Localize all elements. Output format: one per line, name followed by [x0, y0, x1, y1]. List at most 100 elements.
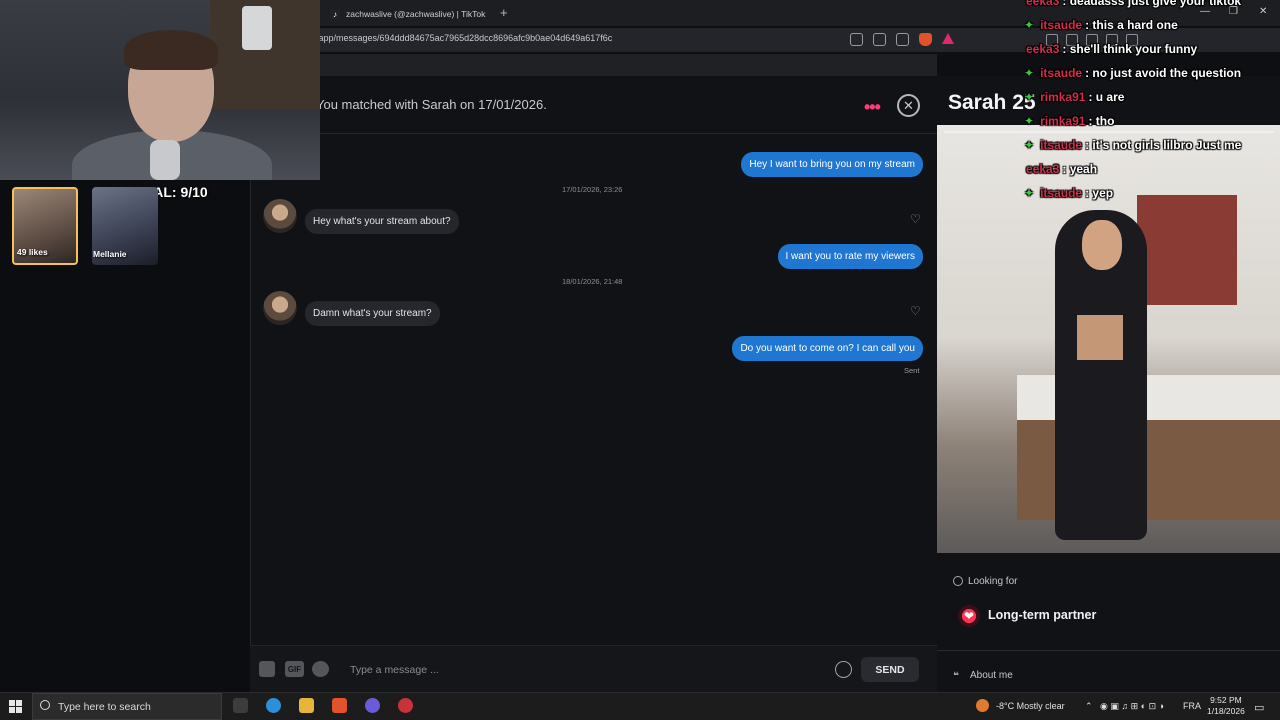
tray-chevron-icon[interactable]: ⌃ [1085, 701, 1093, 712]
rewards-icon[interactable] [942, 33, 954, 44]
message-timestamp: 18/01/2026, 21:48 [562, 277, 623, 286]
task-view-icon[interactable] [233, 698, 248, 713]
location-icon[interactable] [850, 33, 863, 46]
likes-count: 49 likes [17, 247, 48, 257]
chat-message: : u are [1088, 90, 1125, 104]
avatar[interactable] [263, 291, 297, 325]
match-thumbnail[interactable]: Mellanie [92, 187, 158, 265]
search-icon [40, 700, 50, 710]
url-text[interactable]: /app/messages/694ddd84675ac7965d28dcc869… [316, 33, 612, 43]
webcam-background-bottle [242, 6, 272, 50]
like-heart-icon[interactable]: ♡ [910, 305, 922, 317]
chat-message: : she'll think your funny [1062, 42, 1198, 56]
cast-icon[interactable] [873, 33, 886, 46]
sent-status: Sent [904, 366, 920, 375]
screen: ♪ zachwaslive (@zachwaslive) | TikTok + … [0, 0, 1280, 720]
copilot-icon[interactable] [266, 698, 281, 713]
chat-username: eeka3 [1026, 0, 1060, 8]
like-heart-icon[interactable]: ♡ [910, 213, 922, 225]
emoji-icon[interactable] [835, 661, 852, 678]
chat-message: : this a hard one [1085, 18, 1178, 32]
quote-icon: ❝ [953, 671, 959, 682]
chat-message: : no just avoid the question [1085, 66, 1242, 80]
profile-name: Sarah 25 [948, 91, 1036, 114]
browser-tab[interactable]: ♪ zachwaslive (@zachwaslive) | TikTok [330, 4, 485, 24]
stream-chat-line: ✦ rimka91: u are [1024, 90, 1124, 104]
notification-icon[interactable]: ▭ [1254, 701, 1264, 714]
tab-title: zachwaslive (@zachwaslive) | TikTok [346, 9, 486, 19]
tray-icons[interactable]: ◉ ▣ ♫ ⊞ ◐ ⊡ ◑ [1100, 701, 1164, 712]
page-top-strip [320, 54, 937, 76]
stream-chat-line: ✦ itsaude: yep [1024, 186, 1113, 200]
message-timestamp: 17/01/2026, 23:26 [562, 185, 623, 194]
webcam-overlay [0, 0, 320, 180]
chat-username: itsaude [1040, 18, 1083, 32]
windows-start-icon[interactable] [9, 700, 22, 713]
weather-text[interactable]: -8°C Mostly clear [996, 701, 1065, 711]
photo-lockers [1137, 195, 1237, 305]
avatar[interactable] [263, 199, 297, 233]
stream-chat-line: eeka3: she'll think your funny [1026, 42, 1197, 56]
taskbar-search-text[interactable]: Type here to search [58, 701, 151, 713]
clock-date: 1/18/2026 [1207, 706, 1245, 716]
message-incoming: Hey what's your stream about? [305, 209, 459, 234]
chat-username: itsaude [1040, 138, 1083, 152]
browser-toolbar-icons [850, 33, 954, 46]
chat-username: rimka91 [1040, 90, 1086, 104]
match-info: You matched with Sarah on 17/01/2026. [316, 97, 547, 112]
match-name: Mellanie [93, 249, 127, 259]
tiktok-icon: ♪ [330, 9, 340, 19]
send-button[interactable]: SEND [861, 657, 919, 682]
stream-chat-line: ✦ itsaude: it's not girls lilbro Just me [1024, 138, 1241, 152]
photo-upload-icon[interactable] [259, 661, 275, 677]
taskbar-clock[interactable]: 9:52 PM 1/18/2026 [1207, 695, 1245, 717]
brave-shield-icon[interactable] [919, 33, 932, 46]
close-chat-button[interactable]: ✕ [897, 94, 920, 117]
match-thumbnail[interactable]: 49 likes [12, 187, 78, 265]
spotify-icon[interactable] [312, 661, 329, 677]
message-input[interactable] [350, 660, 820, 680]
photo-face [1082, 220, 1122, 270]
subscriber-badge-icon: ✦ [1024, 66, 1035, 80]
share-icon[interactable] [896, 33, 909, 46]
looking-for-value: Long-term partner [988, 608, 1097, 622]
gif-button[interactable]: GIF [285, 661, 304, 677]
divider [937, 650, 1280, 651]
stream-chat-line: ✦ itsaude: no just avoid the question [1024, 66, 1241, 80]
close-window-icon[interactable]: ✕ [1259, 6, 1267, 17]
more-options-button[interactable]: ••• [864, 97, 881, 118]
chat-username: rimka91 [1040, 114, 1086, 128]
chat-message: : it's not girls lilbro Just me [1085, 138, 1242, 152]
chat-username: itsaude [1040, 66, 1083, 80]
chat-message: : yep [1085, 186, 1114, 200]
stream-chat-line: ✦ rimka91: tho [1024, 114, 1114, 128]
subscriber-badge-icon: ✦ [1024, 138, 1035, 152]
photo-progress-bar [944, 131, 1274, 133]
message-outgoing: Do you want to come on? I can call you [732, 336, 923, 361]
clock-time: 9:52 PM [1210, 695, 1242, 705]
subscriber-badge-icon: ✦ [1024, 186, 1035, 200]
brave-browser-icon[interactable] [332, 698, 347, 713]
about-me-label: About me [970, 670, 1013, 681]
discord-icon[interactable] [365, 698, 380, 713]
microphone [150, 140, 180, 180]
chat-username: eeka3 [1026, 42, 1060, 56]
stream-chat-line: eeka3: yeah [1026, 162, 1097, 176]
file-explorer-icon[interactable] [299, 698, 314, 713]
photo-midriff [1077, 315, 1123, 360]
new-tab-button[interactable]: + [500, 5, 508, 20]
stream-chat-line: eeka3: deadasss just give your tiktok [1026, 0, 1241, 8]
subscriber-badge-icon: ✦ [1024, 114, 1035, 128]
chat-username: itsaude [1040, 186, 1083, 200]
chat-message: : yeah [1062, 162, 1098, 176]
language-indicator[interactable]: FRA [1183, 701, 1201, 711]
weather-icon[interactable] [976, 699, 989, 712]
obs-icon[interactable] [398, 698, 413, 713]
message-outgoing: I want you to rate my viewers [777, 244, 923, 269]
looking-for-label: Looking for [968, 576, 1018, 587]
chat-message: : deadasss just give your tiktok [1062, 0, 1242, 8]
chat-username: eeka3 [1026, 162, 1060, 176]
message-incoming: Damn what's your stream? [305, 301, 440, 326]
chat-message: : tho [1088, 114, 1115, 128]
subscriber-badge-icon: ✦ [1024, 18, 1035, 32]
